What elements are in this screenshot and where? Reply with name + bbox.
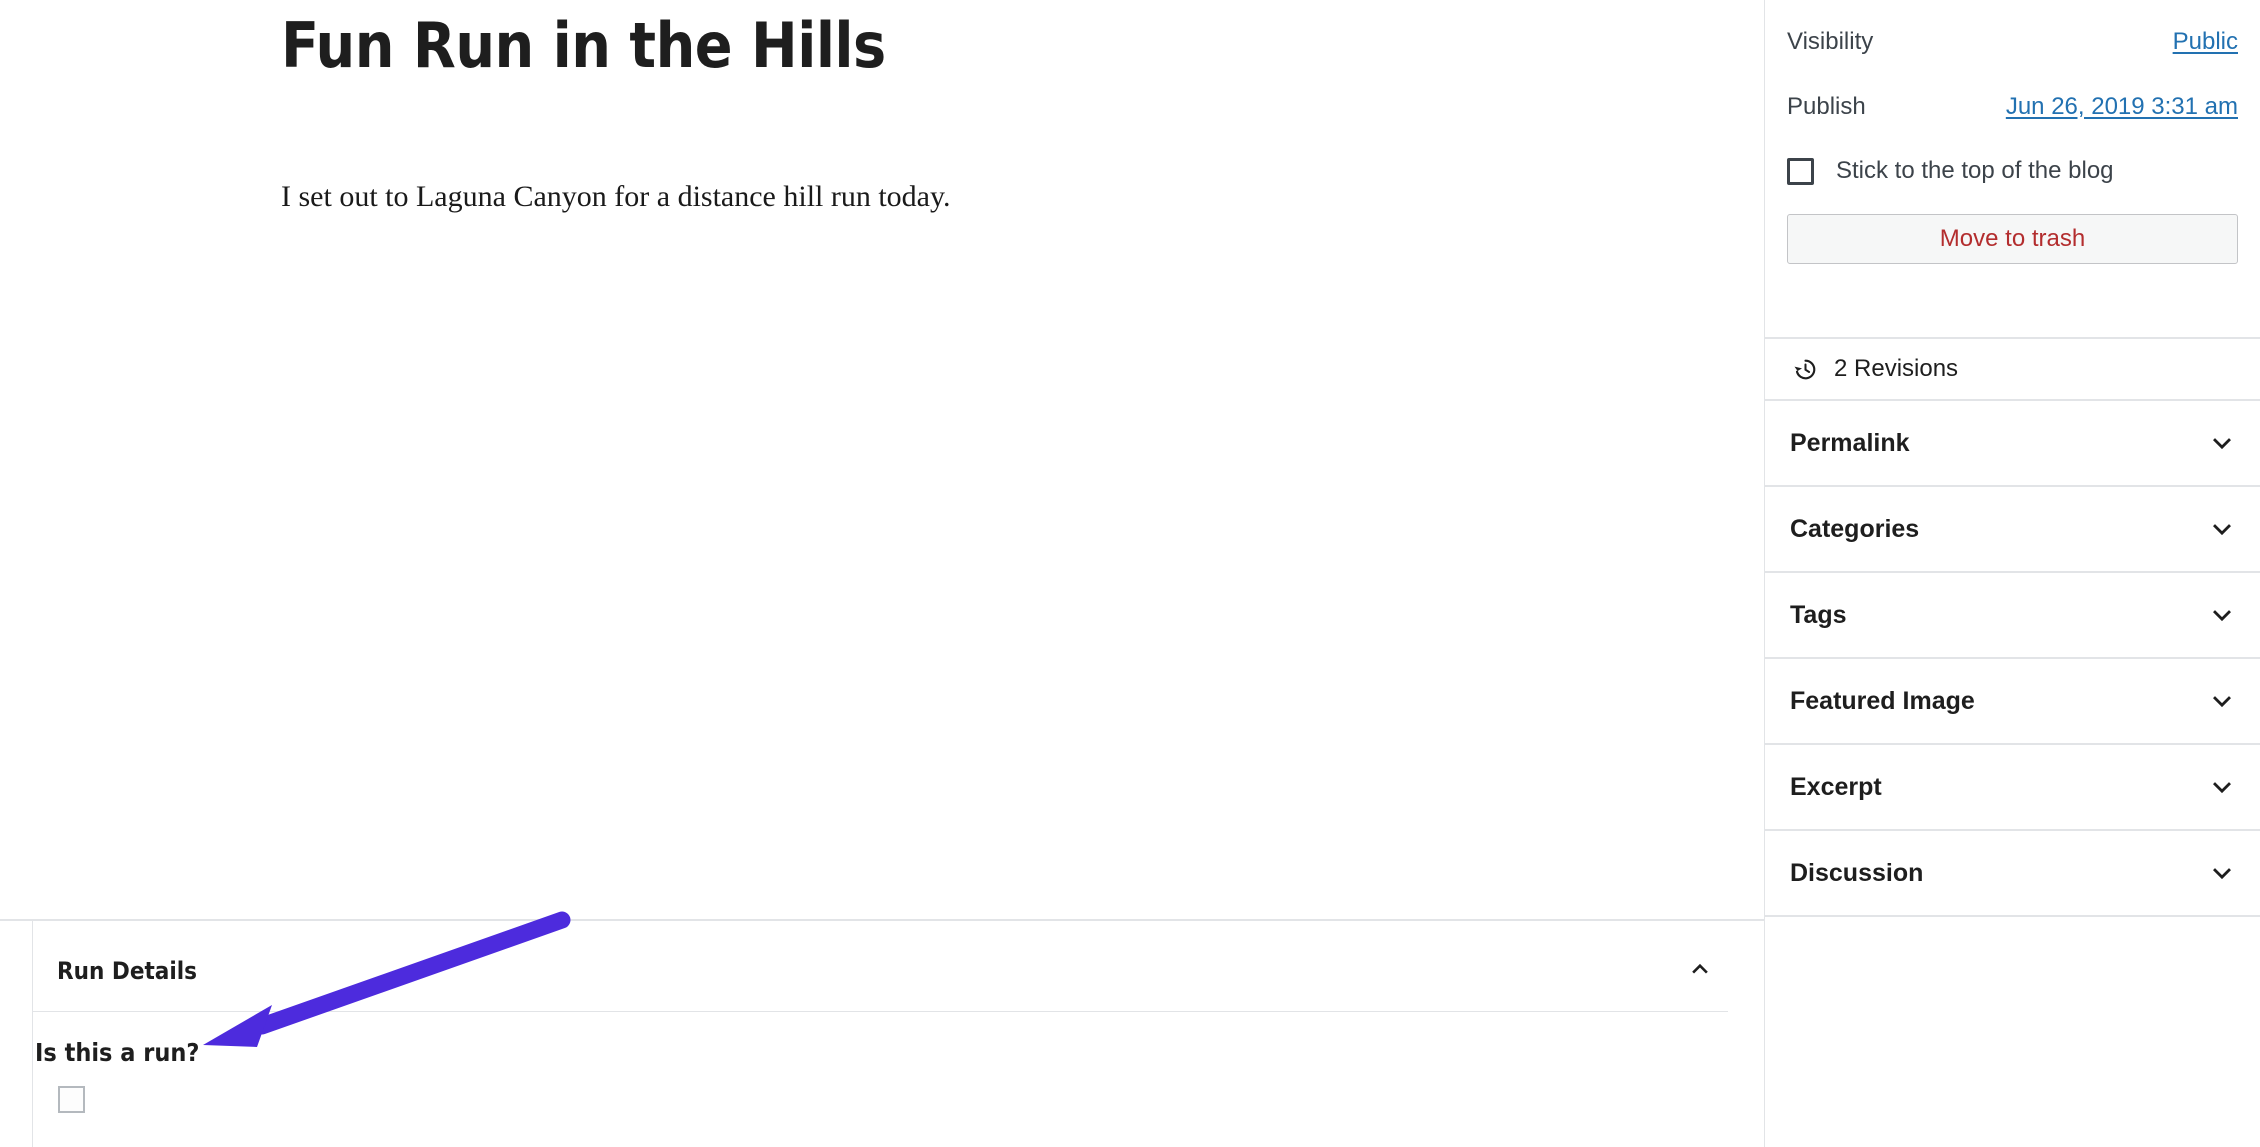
publish-row: Publish Jun 26, 2019 3:31 am	[1787, 79, 2238, 134]
sidebar-panel-discussion[interactable]: Discussion	[1765, 831, 2260, 917]
status-and-visibility-panel: Visibility Public Publish Jun 26, 2019 3…	[1765, 14, 2260, 339]
post-content-canvas[interactable]: Fun Run in the Hills I set out to Laguna…	[0, 0, 1764, 919]
stick-to-top-label: Stick to the top of the blog	[1836, 157, 2114, 184]
metabox-area: Run Details Is this a run?	[0, 919, 1764, 1147]
is-this-a-run-checkbox[interactable]	[58, 1086, 85, 1113]
publish-label: Publish	[1787, 92, 1866, 120]
stick-to-top-row[interactable]: Stick to the top of the blog	[1787, 148, 2238, 194]
chevron-down-icon[interactable]	[2204, 855, 2240, 891]
panel-title: Tags	[1790, 600, 1847, 629]
panel-title: Discussion	[1790, 858, 1924, 887]
sidebar-panel-categories[interactable]: Categories	[1765, 487, 2260, 573]
backup-clock-icon	[1790, 354, 1820, 384]
chevron-down-icon[interactable]	[2204, 683, 2240, 719]
revisions-label: 2 Revisions	[1834, 355, 1959, 382]
chevron-down-icon[interactable]	[2204, 597, 2240, 633]
post-title[interactable]: Fun Run in the Hills	[281, 8, 1541, 84]
wordpress-block-editor: Fun Run in the Hills I set out to Laguna…	[0, 0, 2260, 1147]
visibility-row: Visibility Public	[1787, 14, 2238, 69]
sidebar-panel-excerpt[interactable]: Excerpt	[1765, 745, 2260, 831]
sidebar-panel-tags[interactable]: Tags	[1765, 573, 2260, 659]
run-details-metabox: Run Details Is this a run?	[32, 921, 1764, 1147]
is-this-a-run-label: Is this a run?	[35, 1038, 200, 1067]
publish-date-button[interactable]: Jun 26, 2019 3:31 am	[2006, 93, 2238, 121]
chevron-down-icon[interactable]	[2204, 425, 2240, 461]
chevron-down-icon[interactable]	[2204, 769, 2240, 805]
post-paragraph-block[interactable]: I set out to Laguna Canyon for a distanc…	[281, 176, 1581, 218]
stick-to-top-checkbox[interactable]	[1787, 157, 1814, 185]
run-details-title: Run Details	[57, 957, 198, 985]
panel-title: Permalink	[1790, 428, 1910, 457]
panel-title: Featured Image	[1790, 686, 1975, 715]
revisions-row[interactable]: 2 Revisions	[1765, 339, 2260, 401]
panel-title: Categories	[1790, 514, 1920, 543]
run-details-header[interactable]: Run Details	[33, 921, 1728, 1012]
move-to-trash-button[interactable]: Move to trash	[1787, 214, 2238, 264]
document-settings-sidebar: Visibility Public Publish Jun 26, 2019 3…	[1764, 0, 2260, 1147]
chevron-down-icon[interactable]	[2204, 511, 2240, 547]
editor-column: Fun Run in the Hills I set out to Laguna…	[0, 0, 1764, 1147]
sidebar-panel-featured-image[interactable]: Featured Image	[1765, 659, 2260, 745]
sidebar-panel-permalink[interactable]: Permalink	[1765, 401, 2260, 487]
chevron-up-icon[interactable]	[1676, 951, 1724, 987]
sidebar-empty-space	[1765, 917, 2260, 1147]
visibility-value-button[interactable]: Public	[2173, 28, 2238, 56]
visibility-label: Visibility	[1787, 27, 1874, 55]
panel-title: Excerpt	[1790, 772, 1882, 801]
